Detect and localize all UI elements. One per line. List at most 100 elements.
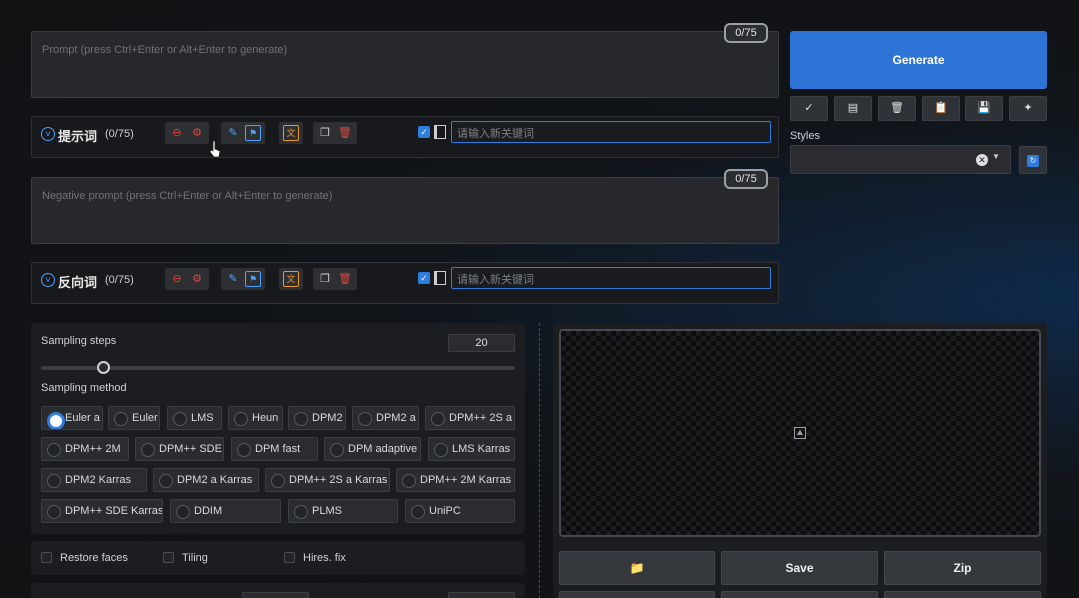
magic-wand-icon: ✦ bbox=[1023, 102, 1033, 114]
magic-button[interactable]: ✦ bbox=[1009, 96, 1047, 121]
send-to-img2img-button[interactable] bbox=[559, 591, 715, 598]
styles-label: Styles bbox=[790, 130, 820, 142]
translate-icon[interactable]: 文 bbox=[283, 271, 299, 287]
bookmark-icon[interactable]: ⚑ bbox=[245, 125, 261, 141]
keyword-list-icon[interactable] bbox=[434, 271, 446, 285]
sampler-lms[interactable]: LMS bbox=[167, 406, 222, 430]
batch-input[interactable] bbox=[448, 592, 515, 598]
sampling-steps-input[interactable]: 20 bbox=[448, 334, 515, 352]
sampler-dpmpp-2m[interactable]: DPM++ 2M bbox=[41, 437, 129, 461]
clear-circle-icon[interactable]: ⊖ bbox=[169, 125, 185, 141]
zip-button[interactable]: Zip bbox=[884, 551, 1041, 585]
trash-icon[interactable]: 🗑 bbox=[337, 125, 353, 141]
image-placeholder-icon: ⛰ bbox=[794, 427, 806, 439]
bookmark-icon[interactable]: ⚑ bbox=[245, 271, 261, 287]
hires-fix-label: Hires. fix bbox=[303, 552, 346, 564]
negative-prompt-placeholder: Negative prompt (press Ctrl+Enter or Alt… bbox=[42, 190, 333, 202]
sampler-ddim[interactable]: DDIM bbox=[170, 499, 281, 523]
prompt-copy-group: ❐ 🗑 bbox=[313, 122, 357, 144]
prompt-keyword-input[interactable]: 请输入新关键词 bbox=[451, 121, 771, 143]
sampler-euler[interactable]: Euler bbox=[108, 406, 160, 430]
prompt-edit-group: ✎ ⚑ bbox=[221, 122, 265, 144]
sampler-dpm-fast[interactable]: DPM fast bbox=[231, 437, 318, 461]
restore-faces-checkbox[interactable] bbox=[41, 552, 52, 563]
sampling-method-label: Sampling method bbox=[41, 382, 127, 394]
prompt-textarea[interactable]: Prompt (press Ctrl+Enter or Alt+Enter to… bbox=[31, 31, 779, 98]
send-to-extras-button[interactable] bbox=[884, 591, 1041, 598]
negative-tagbar: ˅ 反向词 (0/75) ⊖ ⚙ ✎ ⚑ 文 ❐ 🗑 ✓ 请输入新关键词 bbox=[31, 262, 779, 304]
clipboard-button[interactable]: 📋 bbox=[922, 96, 960, 121]
sampler-dpmpp-sde[interactable]: DPM++ SDE bbox=[135, 437, 224, 461]
folder-icon: 📁 bbox=[629, 561, 645, 575]
negative-edit-group: ✎ ⚑ bbox=[221, 268, 265, 290]
keyword-enable-checkbox[interactable]: ✓ bbox=[418, 126, 430, 138]
negative-tagbar-title: 反向词 bbox=[58, 275, 98, 290]
negative-translate-group: 文 bbox=[279, 268, 303, 290]
generate-button[interactable]: Generate bbox=[790, 31, 1047, 89]
sampler-dpm2-karras[interactable]: DPM2 Karras bbox=[41, 468, 147, 492]
chevron-down-icon: ▼ bbox=[992, 152, 1000, 161]
sampler-dpm2-a-karras[interactable]: DPM2 a Karras bbox=[153, 468, 259, 492]
sampler-dpmpp-2s-a[interactable]: DPM++ 2S a bbox=[425, 406, 515, 430]
clear-circle-icon[interactable]: ⊖ bbox=[169, 271, 185, 287]
prompt-tagbar-count: (0/75) bbox=[105, 128, 134, 140]
column-divider bbox=[539, 323, 540, 598]
width-input[interactable] bbox=[242, 592, 309, 598]
negative-token-counter: 0/75 bbox=[724, 169, 768, 189]
send-to-inpaint-button[interactable] bbox=[721, 591, 878, 598]
negative-prompt-textarea[interactable]: Negative prompt (press Ctrl+Enter or Alt… bbox=[31, 177, 779, 244]
copy-icon[interactable]: ❐ bbox=[317, 125, 333, 141]
sampler-dpm-adaptive[interactable]: DPM adaptive bbox=[324, 437, 421, 461]
sampler-lms-karras[interactable]: LMS Karras bbox=[428, 437, 515, 461]
keyword-list-icon[interactable] bbox=[434, 125, 446, 139]
collapse-chevron-icon[interactable]: ˅ bbox=[41, 273, 55, 287]
sampler-dpm2[interactable]: DPM2 bbox=[288, 406, 346, 430]
sampler-unipc[interactable]: UniPC bbox=[405, 499, 515, 523]
collapse-chevron-icon[interactable]: ˅ bbox=[41, 127, 55, 141]
floppy-icon: 💾 bbox=[977, 102, 991, 114]
check-button[interactable]: ✓ bbox=[790, 96, 828, 121]
copy-icon[interactable]: ❐ bbox=[317, 271, 333, 287]
edit-icon[interactable]: ✎ bbox=[225, 125, 241, 141]
translate-icon[interactable]: 文 bbox=[283, 125, 299, 141]
refresh-styles-button[interactable]: ↻ bbox=[1019, 146, 1047, 174]
sampler-dpm2-a[interactable]: DPM2 a bbox=[352, 406, 419, 430]
sampler-plms[interactable]: PLMS bbox=[288, 499, 398, 523]
sampling-steps-slider-thumb[interactable] bbox=[96, 361, 110, 374]
trash-button[interactable]: 🗑 bbox=[878, 96, 916, 121]
open-folder-button[interactable]: 📁 bbox=[559, 551, 715, 585]
keyword-enable-checkbox[interactable]: ✓ bbox=[418, 272, 430, 284]
save-style-button[interactable]: 💾 bbox=[965, 96, 1003, 121]
tiling-label: Tiling bbox=[182, 552, 208, 564]
trash-icon[interactable]: 🗑 bbox=[337, 271, 353, 287]
hires-fix-checkbox[interactable] bbox=[284, 552, 295, 563]
prompt-token-counter: 0/75 bbox=[724, 23, 768, 43]
negative-tagbar-count: (0/75) bbox=[105, 274, 134, 286]
keyword-placeholder: 请输入新关键词 bbox=[457, 274, 534, 286]
sampler-dpmpp-2m-karras[interactable]: DPM++ 2M Karras bbox=[396, 468, 515, 492]
read-params-button[interactable]: ▤ bbox=[834, 96, 872, 121]
sampler-heun[interactable]: Heun bbox=[228, 406, 283, 430]
negative-clear-group: ⊖ ⚙ bbox=[165, 268, 209, 290]
clear-x-icon[interactable]: ✕ bbox=[976, 154, 988, 166]
refresh-icon: ↻ bbox=[1027, 155, 1039, 167]
negative-copy-group: ❐ 🗑 bbox=[313, 268, 357, 290]
prompt-translate-group: 文 bbox=[279, 122, 303, 144]
save-button[interactable]: Save bbox=[721, 551, 878, 585]
restore-faces-label: Restore faces bbox=[60, 552, 128, 564]
prompt-tagbar-title: 提示词 bbox=[58, 129, 98, 144]
sampler-euler-a[interactable]: Euler a bbox=[41, 406, 103, 430]
gear-icon[interactable]: ⚙ bbox=[189, 125, 205, 141]
trash-icon: 🗑 bbox=[890, 102, 904, 114]
sampling-steps-slider-track[interactable] bbox=[41, 366, 515, 370]
prompt-tagbar: ˅ 提示词 (0/75) ⊖ ⚙ ✎ ⚑ 文 ❐ 🗑 ✓ 请输入新关键词 bbox=[31, 116, 779, 158]
negative-keyword-input[interactable]: 请输入新关键词 bbox=[451, 267, 771, 289]
gear-icon[interactable]: ⚙ bbox=[189, 271, 205, 287]
mouse-cursor-icon bbox=[209, 140, 221, 158]
sampler-dpmpp-2s-a-karras[interactable]: DPM++ 2S a Karras bbox=[265, 468, 390, 492]
edit-icon[interactable]: ✎ bbox=[225, 271, 241, 287]
sampling-steps-label: Sampling steps bbox=[41, 335, 117, 347]
tiling-checkbox[interactable] bbox=[163, 552, 174, 563]
styles-dropdown[interactable]: ✕ ▼ bbox=[790, 145, 1011, 174]
sampler-dpmpp-sde-karras[interactable]: DPM++ SDE Karras bbox=[41, 499, 163, 523]
